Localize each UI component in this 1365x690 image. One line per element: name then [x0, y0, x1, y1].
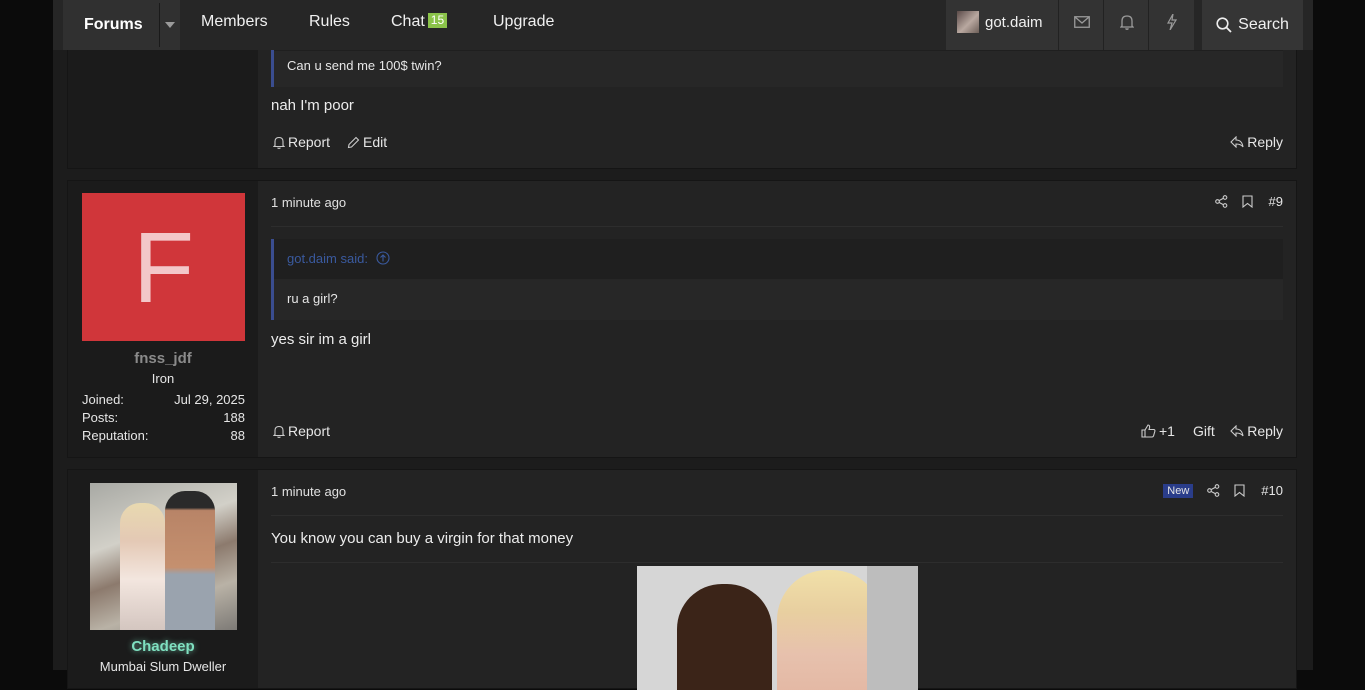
divider: [271, 515, 1283, 516]
top-navbar: Forums Members Rules Chat 15 Upgrade got.…: [53, 0, 1313, 50]
lightning-icon[interactable]: [1166, 14, 1177, 30]
report-label[interactable]: Report: [288, 134, 330, 150]
bookmark-icon[interactable]: [1234, 484, 1245, 497]
post-message: nah I'm poor: [271, 97, 354, 114]
stat-joined: Joined: Jul 29, 2025: [82, 392, 245, 407]
user-nav-group: got.daim: [946, 0, 1194, 50]
post-10: Chadeep Mumbai Slum Dweller 1 minute ago…: [67, 469, 1297, 690]
search-icon[interactable]: [1216, 17, 1232, 33]
arrow-up-circle-icon[interactable]: [376, 251, 390, 265]
like-button[interactable]: +1: [1141, 423, 1175, 439]
avatar-figure-right: [165, 491, 215, 630]
pencil-icon: [347, 136, 360, 149]
avatar: [957, 11, 979, 33]
user-role: Mumbai Slum Dweller: [99, 659, 227, 674]
reply-label[interactable]: Reply: [1247, 134, 1283, 150]
account-username[interactable]: got.daim: [985, 14, 1043, 31]
quote-text: Can u send me 100$ twin?: [274, 51, 1283, 87]
post-timestamp[interactable]: 1 minute ago: [271, 484, 346, 499]
stat-reputation: Reputation: 88: [82, 428, 245, 443]
stat-posts: Posts: 188: [82, 410, 245, 425]
post-user-column: Chadeep Mumbai Slum Dweller: [68, 470, 258, 688]
post-user-column: F fnss_jdf Iron Joined: Jul 29, 2025 Pos…: [68, 181, 258, 457]
search-button[interactable]: Search: [1202, 0, 1303, 50]
share-icon[interactable]: [1214, 195, 1228, 208]
inbox-button[interactable]: [1059, 0, 1104, 44]
post-username[interactable]: Chadeep: [68, 638, 258, 655]
nav-forums[interactable]: Forums: [63, 0, 180, 50]
post-9: F fnss_jdf Iron Joined: Jul 29, 2025 Pos…: [67, 180, 1297, 458]
avatar[interactable]: [90, 483, 237, 630]
new-badge: New: [1163, 483, 1194, 498]
report-button[interactable]: Report: [273, 423, 330, 439]
post-number[interactable]: #9: [1269, 194, 1283, 209]
alerts-button[interactable]: [1104, 0, 1149, 44]
quote-block: got.daim said: ru a girl?: [271, 239, 1283, 320]
post-actions-top: #9: [1214, 194, 1283, 209]
bell-icon[interactable]: [1119, 14, 1134, 30]
thumbs-up-icon: [1141, 424, 1156, 438]
reply-button[interactable]: Reply: [1230, 134, 1283, 150]
page-container: Forums Members Rules Chat 15 Upgrade got.…: [53, 0, 1313, 690]
search-label[interactable]: Search: [1238, 16, 1289, 34]
quote-text: ru a girl?: [274, 280, 1283, 320]
nav-chat[interactable]: Chat 15: [391, 0, 448, 44]
envelope-icon[interactable]: [1073, 16, 1090, 28]
whats-new-button[interactable]: [1149, 0, 1194, 44]
post-actions-top: New #10: [1163, 483, 1283, 498]
divider: [271, 562, 1283, 563]
post-number[interactable]: #10: [1261, 483, 1283, 498]
reply-icon: [1230, 425, 1244, 437]
post-message: yes sir im a girl: [271, 331, 372, 348]
nav-members[interactable]: Members: [201, 0, 268, 44]
bell-icon: [273, 425, 285, 438]
bell-icon: [273, 136, 285, 149]
stat-label: Reputation:: [82, 428, 149, 443]
nav-rules[interactable]: Rules: [309, 0, 350, 44]
share-icon[interactable]: [1207, 484, 1220, 497]
stat-value: Jul 29, 2025: [174, 392, 245, 407]
user-role: Iron: [151, 371, 175, 386]
image-person-left: [677, 584, 772, 690]
post-timestamp[interactable]: 1 minute ago: [271, 195, 346, 210]
divider: [271, 226, 1283, 227]
avatar-figure-left: [120, 503, 165, 630]
avatar[interactable]: F: [82, 193, 245, 341]
stat-value: 88: [230, 428, 245, 443]
quote-author[interactable]: got.daim said:: [287, 251, 368, 266]
like-count[interactable]: +1: [1159, 423, 1175, 439]
caret-down-icon[interactable]: [160, 22, 180, 28]
edit-button[interactable]: Edit: [347, 134, 387, 150]
report-button[interactable]: Report: [273, 134, 330, 150]
reply-label[interactable]: Reply: [1247, 423, 1283, 439]
post-body: 1 minute ago New #10 You know you can bu…: [258, 470, 1296, 690]
chat-count-badge: 15: [427, 13, 448, 29]
post-body: 1 minute ago #9 got.daim said: ru a girl…: [258, 181, 1296, 457]
post-message: You know you can buy a virgin for that m…: [271, 530, 574, 547]
edit-label[interactable]: Edit: [363, 134, 387, 150]
reply-icon: [1230, 136, 1244, 148]
post-image[interactable]: [637, 566, 918, 690]
nav-upgrade[interactable]: Upgrade: [493, 0, 554, 44]
report-label[interactable]: Report: [288, 423, 330, 439]
nav-forums-label[interactable]: Forums: [63, 16, 159, 34]
bookmark-icon[interactable]: [1241, 195, 1253, 208]
stat-label: Posts:: [82, 410, 119, 425]
stat-label: Joined:: [82, 392, 124, 407]
image-background-right: [867, 566, 918, 690]
post-username[interactable]: fnss_jdf: [68, 350, 258, 367]
quote-header[interactable]: got.daim said:: [274, 239, 1283, 280]
nav-chat-label[interactable]: Chat: [391, 13, 425, 30]
account-button[interactable]: got.daim: [946, 0, 1058, 44]
gift-button[interactable]: Gift: [1193, 423, 1215, 439]
reply-button[interactable]: Reply: [1230, 423, 1283, 439]
stat-value: 188: [223, 410, 245, 425]
